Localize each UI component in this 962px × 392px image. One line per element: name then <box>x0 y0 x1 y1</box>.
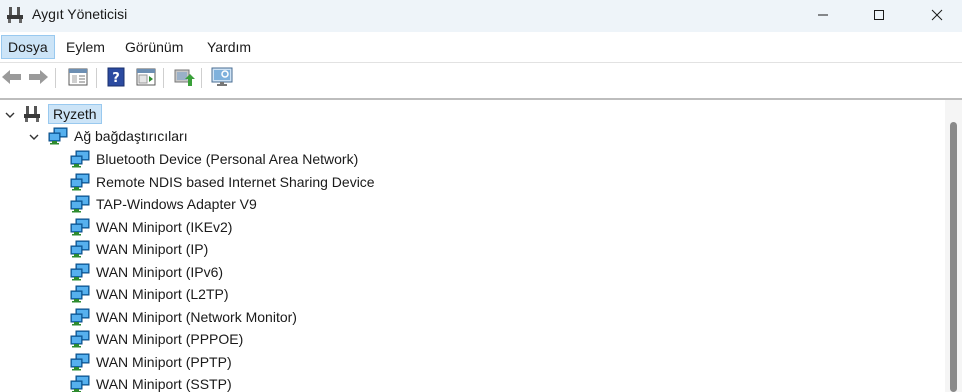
device-row[interactable]: WAN Miniport (IP) <box>70 238 208 260</box>
device-label: WAN Miniport (Network Monitor) <box>96 308 297 325</box>
update-driver-button[interactable] <box>172 67 196 89</box>
menu-eylem[interactable]: Eylem <box>60 35 111 59</box>
device-label: Remote NDIS based Internet Sharing Devic… <box>96 173 375 190</box>
network-adapter-icon <box>70 285 90 303</box>
network-adapter-icon <box>70 150 90 168</box>
menu-bar: Dosya Eylem Görünüm Yardım <box>0 32 962 62</box>
network-adapter-icon <box>70 375 90 392</box>
help-button[interactable]: ? <box>104 67 128 89</box>
tree-category-row[interactable]: Ağ bağdaştırıcıları <box>28 125 188 147</box>
scrollbar-thumb[interactable] <box>950 122 957 392</box>
device-label: WAN Miniport (PPPOE) <box>96 331 244 347</box>
network-adapter-icon <box>70 263 90 281</box>
device-row[interactable]: WAN Miniport (SSTP) <box>70 373 232 392</box>
title-bar: Aygıt Yöneticisi <box>0 0 962 32</box>
view-panel-icon <box>136 68 156 89</box>
device-label: WAN Miniport (IPv6) <box>96 263 224 280</box>
device-row[interactable]: WAN Miniport (L2TP) <box>70 283 229 305</box>
toolbar-separator <box>96 68 97 88</box>
back-arrow-icon <box>1 69 23 88</box>
properties-icon <box>68 68 88 89</box>
scan-hardware-button[interactable] <box>210 67 234 89</box>
update-driver-icon <box>173 67 195 90</box>
close-icon <box>931 8 943 24</box>
network-adapter-icon <box>70 308 90 326</box>
device-row[interactable]: WAN Miniport (Network Monitor) <box>70 306 297 328</box>
forward-arrow-icon <box>27 69 49 88</box>
device-row[interactable]: WAN Miniport (PPTP) <box>70 351 232 373</box>
minimize-icon <box>817 8 829 24</box>
properties-button[interactable] <box>66 67 90 89</box>
network-adapter-icon <box>70 218 90 236</box>
device-row[interactable]: Bluetooth Device (Personal Area Network) <box>70 148 358 170</box>
device-label: TAP-Windows Adapter V9 <box>96 196 257 212</box>
maximize-icon <box>873 8 885 24</box>
menu-yardim[interactable]: Yardım <box>201 35 257 59</box>
network-adapter-icon <box>70 330 90 348</box>
network-adapter-icon <box>70 353 90 371</box>
device-label: WAN Miniport (SSTP) <box>96 376 232 392</box>
network-adapter-icon <box>70 195 90 213</box>
tree-root-row[interactable]: Ryzeth <box>4 103 102 125</box>
chevron-down-icon[interactable] <box>28 130 40 142</box>
chevron-down-icon[interactable] <box>4 108 16 120</box>
forward-button[interactable] <box>26 67 50 89</box>
minimize-button[interactable] <box>800 0 846 32</box>
device-row[interactable]: TAP-Windows Adapter V9 <box>70 193 257 215</box>
device-tree: Ryzeth Ağ bağdaştırıcıları Bluetooth Dev… <box>0 98 962 392</box>
menu-gorunum[interactable]: Görünüm <box>119 35 189 59</box>
network-adapter-icon <box>70 240 90 258</box>
device-manager-icon <box>6 6 24 24</box>
toolbar-separator <box>163 68 164 88</box>
vertical-scrollbar[interactable] <box>945 100 962 392</box>
close-button[interactable] <box>914 0 960 32</box>
device-label: WAN Miniport (IKEv2) <box>96 218 233 235</box>
computer-icon <box>22 105 42 123</box>
device-row[interactable]: WAN Miniport (PPPOE) <box>70 328 243 350</box>
tree-root-label: Ryzeth <box>48 104 102 124</box>
device-label: WAN Miniport (IP) <box>96 241 209 257</box>
device-label: Bluetooth Device (Personal Area Network) <box>96 151 359 167</box>
svg-text:?: ? <box>112 71 120 86</box>
device-row[interactable]: WAN Miniport (IPv6) <box>70 261 223 283</box>
window-title: Aygıt Yöneticisi <box>32 6 128 22</box>
toolbar: ? <box>0 62 962 92</box>
maximize-button[interactable] <box>856 0 902 32</box>
menu-dosya[interactable]: Dosya <box>1 35 55 59</box>
network-adapter-icon <box>70 173 90 191</box>
monitor-scan-icon <box>211 67 233 90</box>
device-label: WAN Miniport (PPTP) <box>96 353 232 370</box>
toolbar-separator <box>201 68 202 88</box>
toolbar-separator <box>55 68 56 88</box>
network-adapter-icon <box>48 127 68 145</box>
device-row[interactable]: WAN Miniport (IKEv2) <box>70 216 232 238</box>
tree-category-label: Ağ bağdaştırıcıları <box>74 128 188 144</box>
back-button[interactable] <box>0 67 24 89</box>
run-view-button[interactable] <box>134 67 158 89</box>
device-row[interactable]: Remote NDIS based Internet Sharing Devic… <box>70 171 375 193</box>
help-icon: ? <box>107 67 125 90</box>
device-label: WAN Miniport (L2TP) <box>96 286 229 302</box>
